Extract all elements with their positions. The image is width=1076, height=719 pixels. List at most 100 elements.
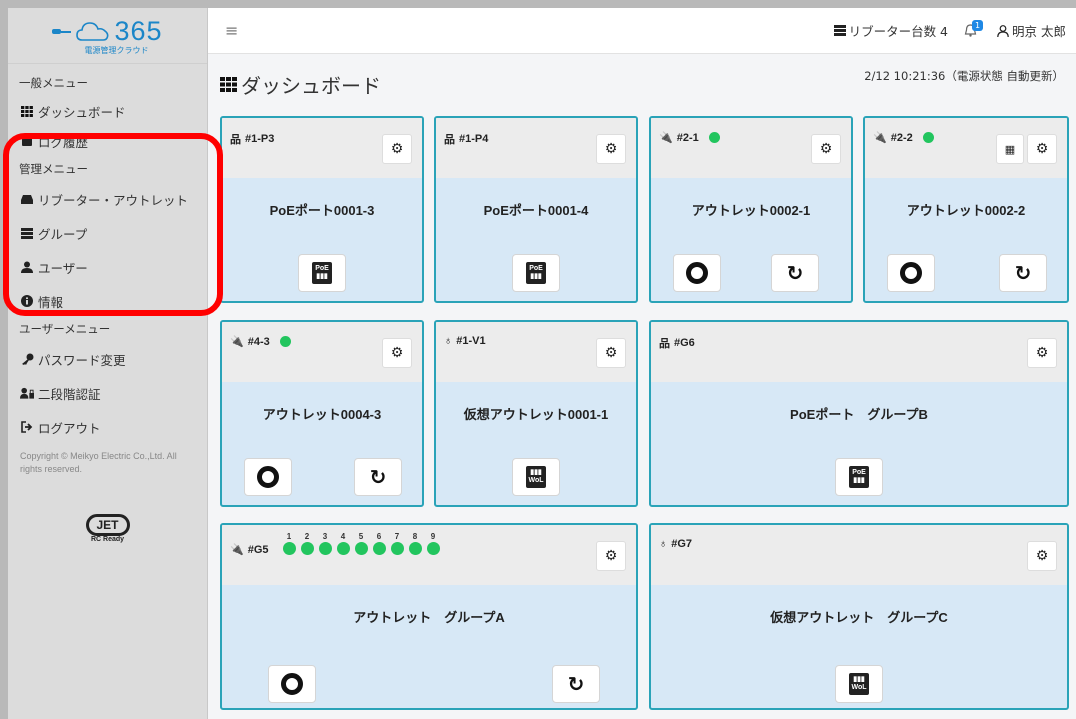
two-factor-icon xyxy=(20,387,34,399)
plug-icon: 🔌 xyxy=(659,132,673,144)
reboot-button[interactable]: ↻ xyxy=(552,665,600,703)
card-g7: ♁ #G7 ⚙ 仮想アウトレット グループC ▮▮▮ WoL xyxy=(649,523,1069,710)
device-icon xyxy=(20,193,34,205)
user-name: 明京 太郎 xyxy=(1012,24,1066,39)
status-on-indicator xyxy=(922,132,934,143)
card-tag: #4-3 xyxy=(247,335,270,348)
wol-icon: ▮▮▮ WoL xyxy=(849,673,869,695)
gear-icon: ⚙ xyxy=(390,141,404,157)
jet-logo-sub: RC Ready xyxy=(90,536,125,543)
card-title: PoEポート0001-4 xyxy=(483,203,589,218)
settings-button[interactable]: ⚙ xyxy=(382,338,412,368)
sidebar-item-rebooter-outlet[interactable]: リブーター・アウトレット xyxy=(8,184,207,214)
poe-icon: PoE ▮▮▮ xyxy=(849,466,869,488)
menu-section-user: ユーザーメニュー xyxy=(19,322,111,336)
sidebar-item-label: ログ履歴 xyxy=(38,134,89,150)
power-toggle-button[interactable] xyxy=(673,254,721,292)
card-tag: #G5 xyxy=(247,543,269,556)
reboot-button[interactable]: ↻ xyxy=(354,458,402,496)
sidebar-item-two-factor[interactable]: 二段階認証 xyxy=(8,378,207,408)
status-on-indicator xyxy=(708,132,720,143)
poe-icon: PoE ▮▮▮ xyxy=(312,262,332,284)
card-title: PoEポート0001-3 xyxy=(269,203,375,218)
network-icon: 品 xyxy=(659,338,670,350)
cloud-icon xyxy=(76,22,109,41)
wol-button[interactable]: ▮▮▮ WoL xyxy=(512,458,560,496)
card-title: アウトレット グループA xyxy=(353,610,505,625)
status-on-indicator xyxy=(279,336,291,347)
sidebar-item-dashboard[interactable]: ダッシュボード xyxy=(8,96,207,126)
settings-button[interactable]: ⚙ xyxy=(596,134,626,164)
virtual-plug-icon: ♁ xyxy=(659,538,668,550)
gear-icon: ⚙ xyxy=(1035,345,1049,361)
card-title: アウトレット0002-1 xyxy=(691,203,811,218)
poe-button[interactable]: PoE ▮▮▮ xyxy=(298,254,346,292)
settings-button[interactable]: ⚙ xyxy=(1027,541,1057,571)
reboot-button[interactable]: ↻ xyxy=(771,254,819,292)
card-tag: #2-1 xyxy=(676,131,699,144)
notification-button[interactable]: 1 xyxy=(964,20,984,37)
poe-button[interactable]: PoE ▮▮▮ xyxy=(512,254,560,292)
gear-icon: ⚙ xyxy=(1035,548,1049,564)
user-icon xyxy=(20,261,34,273)
logo[interactable]: 365 電源管理クラウド xyxy=(8,8,207,64)
card-tag: #G7 xyxy=(671,538,693,550)
hamburger-icon[interactable]: ≡ xyxy=(225,21,238,40)
sidebar-item-user[interactable]: ユーザー xyxy=(8,252,207,282)
jet-logo-mark: JET xyxy=(85,514,130,536)
sidebar-item-password[interactable]: パスワード変更 xyxy=(8,344,207,374)
reload-icon: ↻ xyxy=(786,261,804,285)
power-ring-icon xyxy=(257,466,279,488)
port-indicator: 5 xyxy=(354,532,368,555)
sidebar-item-label: ログアウト xyxy=(38,420,101,436)
logo-subtitle: 電源管理クラウド xyxy=(84,45,149,55)
card-2-1: 🔌 #2-1 ⚙ アウトレット0002-1 ↻ xyxy=(649,116,853,303)
settings-button[interactable]: ⚙ xyxy=(596,541,626,571)
sidebar: 365 電源管理クラウド 一般メニュー ダッシュボード ログ履歴 管理メニュー … xyxy=(8,8,208,719)
gear-icon: ⚙ xyxy=(604,141,618,157)
settings-button[interactable]: ⚙ xyxy=(596,338,626,368)
settings-button[interactable]: ⚙ xyxy=(382,134,412,164)
port-indicator: 6 xyxy=(372,532,386,555)
sidebar-item-logout[interactable]: ログアウト xyxy=(8,412,207,442)
power-ring-icon xyxy=(900,262,922,284)
card-g5: 🔌 #G5 1 2 3 4 5 6 7 8 9 ⚙ アウトレット グループA ↻ xyxy=(220,523,638,710)
settings-button[interactable]: ⚙ xyxy=(1027,134,1057,164)
card-title: 仮想アウトレット0001-1 xyxy=(463,407,609,422)
settings-button[interactable]: ⚙ xyxy=(1027,338,1057,368)
gear-icon: ⚙ xyxy=(604,345,618,361)
card-title: 仮想アウトレット グループC xyxy=(770,610,948,625)
gear-icon: ⚙ xyxy=(1035,141,1049,157)
rebooter-count[interactable]: リブーター台数 4 xyxy=(833,21,948,40)
sidebar-item-info[interactable]: 情報 xyxy=(8,286,207,316)
sidebar-item-log-history[interactable]: ログ履歴 xyxy=(8,126,207,156)
grid-icon xyxy=(220,77,237,92)
card-title: アウトレット0004-3 xyxy=(262,407,382,422)
wol-button[interactable]: ▮▮▮ WoL xyxy=(835,665,883,703)
gear-icon: ⚙ xyxy=(390,345,404,361)
calendar-icon: ▦ xyxy=(1004,142,1016,156)
power-toggle-button[interactable] xyxy=(268,665,316,703)
schedule-button[interactable]: ▦ xyxy=(996,134,1024,164)
card-tag: #1-V1 xyxy=(456,335,486,347)
port-indicator: 7 xyxy=(390,532,404,555)
port-indicator: 9 xyxy=(426,532,440,555)
reboot-button[interactable]: ↻ xyxy=(999,254,1047,292)
plug-icon: 🔌 xyxy=(230,336,244,348)
port-indicator: 2 xyxy=(300,532,314,555)
reload-icon: ↻ xyxy=(567,672,585,696)
card-tag: #G6 xyxy=(674,337,695,349)
poe-button[interactable]: PoE ▮▮▮ xyxy=(835,458,883,496)
info-icon xyxy=(20,295,34,307)
plug-icon: 🔌 xyxy=(230,544,244,556)
topbar: ≡ リブーター台数 4 1 明京 太郎 xyxy=(208,8,1076,54)
gear-icon: ⚙ xyxy=(604,548,618,564)
sidebar-item-group[interactable]: グループ xyxy=(8,218,207,248)
user-menu[interactable]: 明京 太郎 xyxy=(997,21,1066,40)
reload-icon: ↻ xyxy=(369,465,387,489)
power-toggle-button[interactable] xyxy=(887,254,935,292)
sidebar-item-label: 二段階認証 xyxy=(38,386,101,402)
settings-button[interactable]: ⚙ xyxy=(811,134,841,164)
jet-logo: JET RC Ready xyxy=(78,514,138,543)
power-toggle-button[interactable] xyxy=(244,458,292,496)
